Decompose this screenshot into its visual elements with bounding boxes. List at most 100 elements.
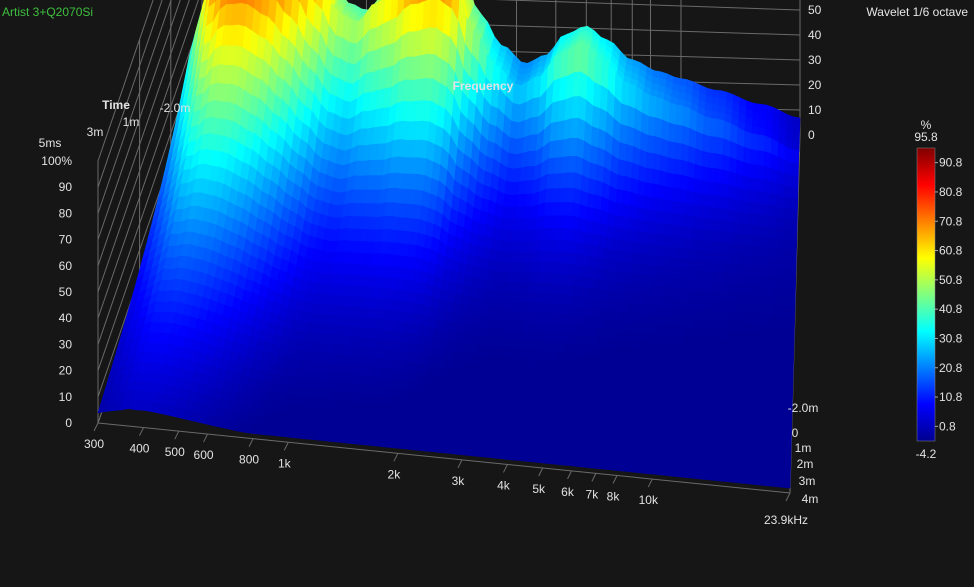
surface-patch	[598, 451, 608, 462]
waterfall-plot[interactable]: FrequencyTime3004006008001k2k3k4k5k6k7k8…	[0, 0, 974, 587]
surface-patch	[582, 243, 592, 257]
surface-patch	[774, 477, 783, 488]
surface-patch	[714, 444, 724, 455]
surface-patch	[549, 283, 559, 295]
x-tick-front-label: 600	[194, 448, 214, 462]
surface-patch	[693, 416, 703, 427]
surface-patch	[776, 423, 785, 435]
surface-patch	[555, 421, 565, 432]
surface-patch	[572, 344, 582, 355]
surface-patch	[619, 320, 628, 332]
surface-patch	[508, 425, 519, 436]
surface-patch	[741, 200, 750, 215]
surface-patch	[758, 304, 767, 316]
surface-patch	[585, 287, 595, 299]
surface-patch	[756, 164, 765, 180]
surface-patch	[580, 265, 590, 278]
surface-patch	[627, 312, 637, 323]
surface-patch	[530, 435, 540, 446]
colorbar-tick-label: 0.8	[939, 419, 956, 433]
surface-patch	[713, 195, 722, 210]
surface-patch	[664, 396, 674, 407]
surface-patch	[779, 315, 788, 327]
surface-patch	[675, 104, 684, 127]
surface-patch	[593, 355, 603, 366]
surface-patch	[761, 413, 770, 424]
surface-patch	[561, 370, 572, 381]
surface-patch	[771, 333, 781, 345]
surface-patch	[584, 432, 595, 443]
surface-patch	[586, 193, 596, 210]
surface-patch	[712, 89, 721, 99]
surface-patch	[784, 379, 794, 390]
surface-patch	[772, 305, 782, 317]
surface-patch	[588, 398, 598, 409]
surface-patch	[703, 260, 712, 273]
surface-patch	[629, 445, 639, 456]
surface-patch	[533, 302, 543, 314]
surface-patch	[719, 356, 728, 367]
surface-patch	[706, 194, 715, 209]
surface-patch	[718, 374, 727, 385]
surface-patch	[756, 178, 765, 193]
surface-patch	[584, 297, 594, 309]
surface-patch	[623, 349, 633, 360]
surface-patch	[747, 213, 757, 226]
front-tick	[785, 492, 791, 502]
z-tick-left-label: 100%	[41, 154, 72, 168]
surface-patch	[679, 78, 688, 87]
surface-patch	[563, 421, 573, 432]
surface-patch	[698, 217, 707, 231]
surface-patch	[679, 297, 688, 309]
surface-patch	[567, 448, 578, 459]
surface-patch	[690, 451, 700, 462]
surface-patch	[748, 367, 757, 379]
surface-patch	[576, 306, 586, 318]
colorbar-tick-label: 90.8	[939, 156, 963, 170]
surface-patch	[622, 282, 632, 294]
surface-patch	[687, 389, 697, 400]
surface-patch	[645, 359, 654, 370]
surface-patch	[488, 406, 499, 417]
surface-patch	[728, 463, 738, 475]
x-tick-front-label: 4k	[497, 478, 511, 492]
surface-patch	[670, 414, 680, 425]
surface-patch	[621, 375, 631, 386]
surface-patch	[757, 134, 766, 152]
surface-patch	[690, 354, 699, 365]
surface-patch	[706, 452, 715, 464]
time-tick-right-label: 2m	[797, 457, 814, 471]
surface-patch	[751, 457, 761, 468]
surface-patch	[623, 176, 633, 193]
surface-patch	[568, 439, 579, 450]
surface-patch	[667, 257, 677, 269]
surface-patch	[756, 359, 765, 370]
surface-patch	[743, 130, 752, 151]
time-tick-right-label: -2.0m	[788, 401, 819, 415]
surface-patch	[533, 358, 543, 370]
surface-patch	[539, 428, 549, 439]
surface-patch	[618, 401, 628, 412]
surface-patch	[665, 172, 675, 189]
time-tick-right-label: 1m	[795, 441, 812, 455]
surface-patch	[640, 131, 649, 153]
surface-patch	[792, 133, 800, 144]
surface-patch	[613, 215, 623, 229]
surface-patch	[699, 193, 709, 208]
surface-patch	[768, 226, 777, 239]
surface-patch	[716, 272, 726, 284]
surface-patch	[662, 422, 672, 433]
surface-patch	[732, 243, 741, 256]
surface-patch	[674, 458, 684, 469]
surface-patch	[612, 461, 623, 472]
surface-patch	[694, 398, 704, 409]
surface-patch	[638, 437, 648, 448]
surface-patch	[694, 163, 703, 181]
surface-patch	[760, 256, 769, 268]
z-tick-right-label: 20	[808, 78, 822, 92]
surface-patch	[762, 377, 772, 389]
surface-patch	[581, 326, 591, 337]
surface-patch	[790, 175, 799, 189]
surface-patch	[575, 155, 584, 176]
x-tick-front-label: 1k	[278, 456, 292, 470]
